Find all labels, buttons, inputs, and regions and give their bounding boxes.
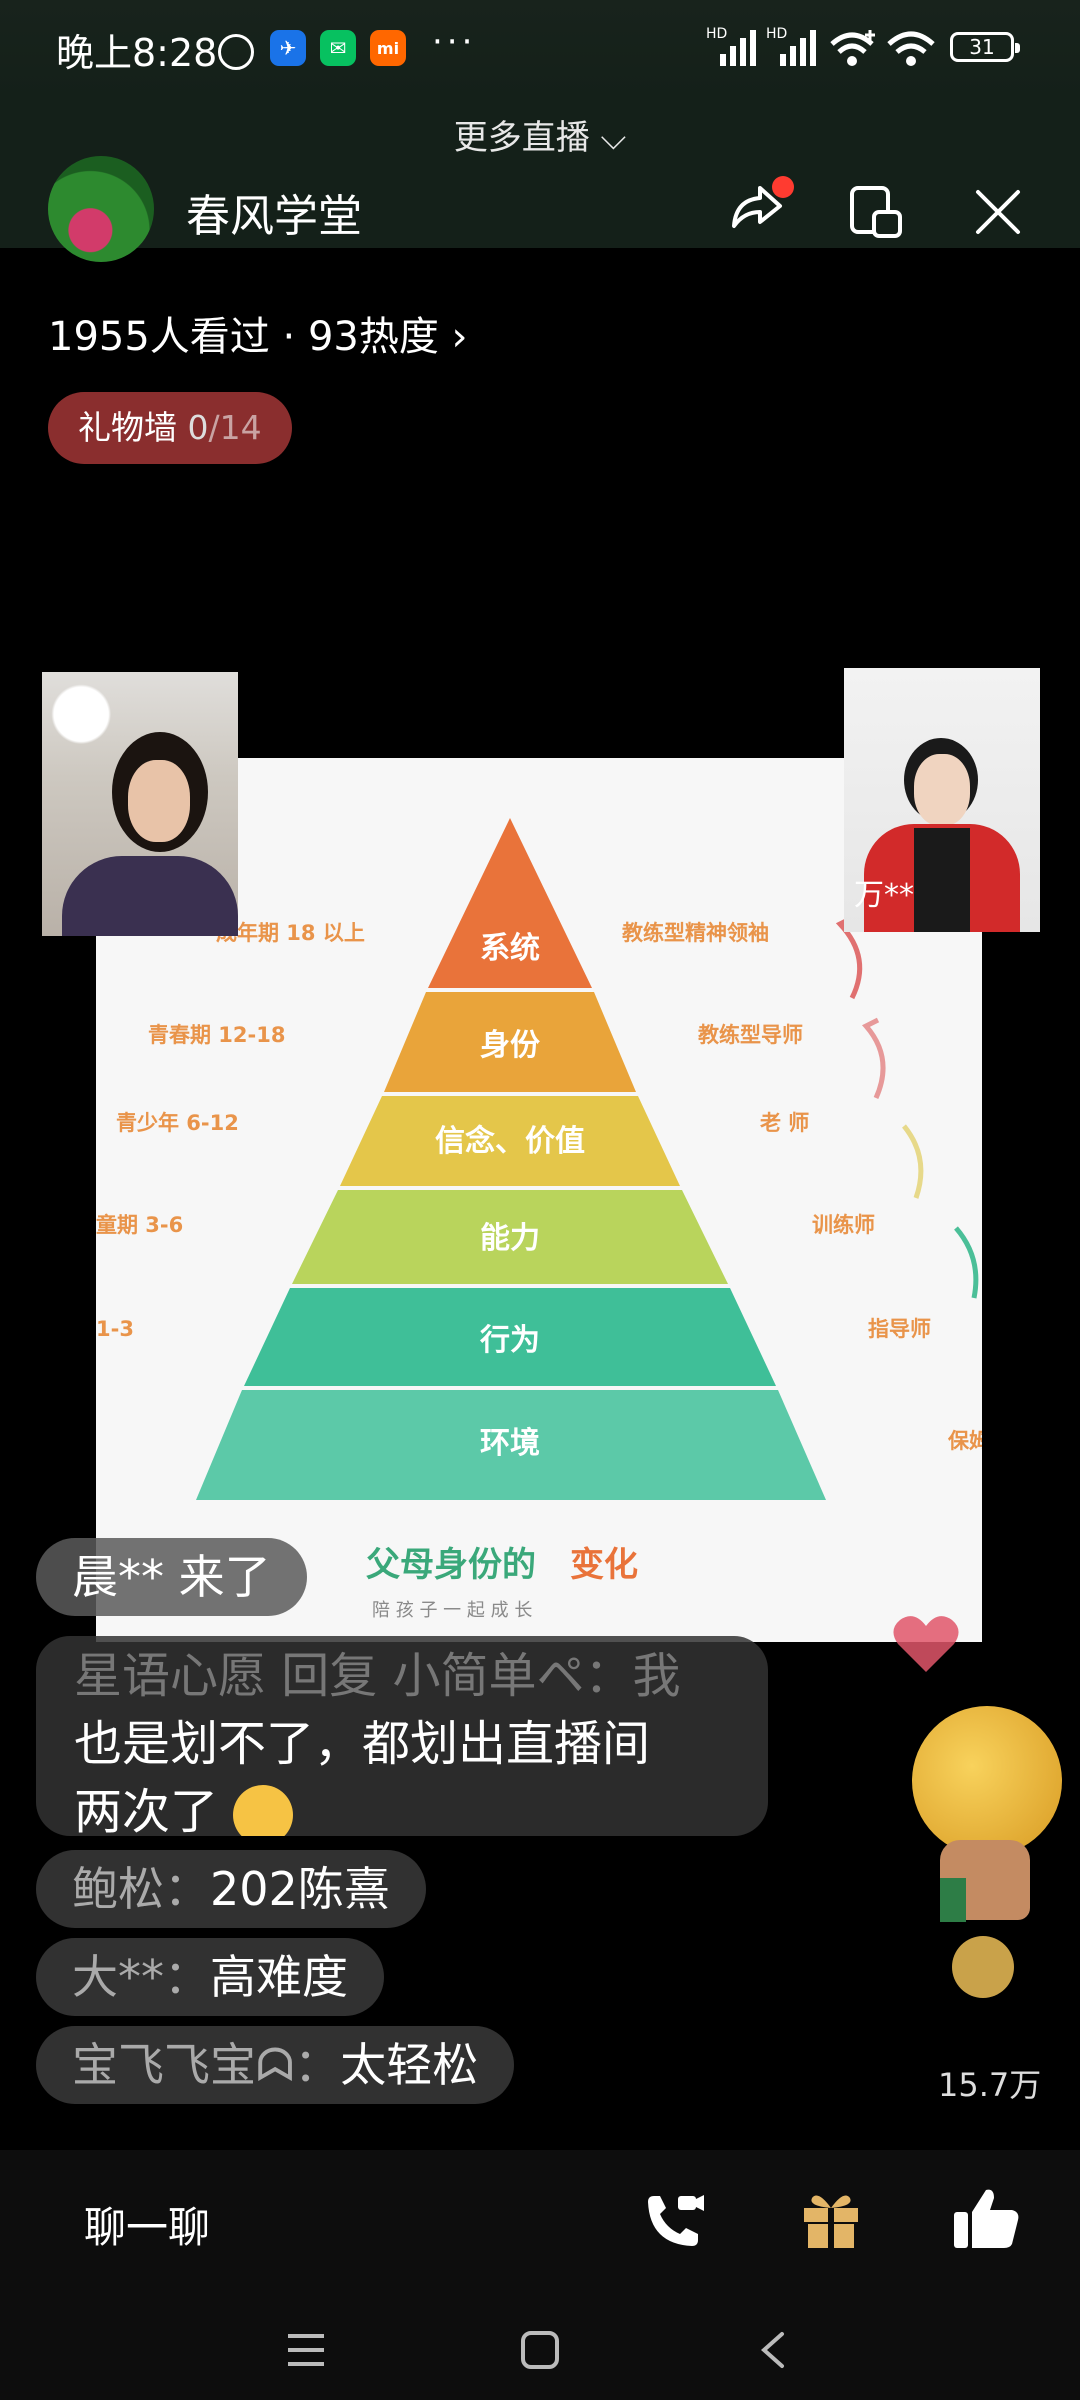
- system-navigation-bar: [0, 2300, 1080, 2400]
- chat-user[interactable]: 鲍松：: [72, 1862, 210, 1916]
- close-icon[interactable]: [970, 184, 1026, 240]
- slide-title-highlight: 变化: [570, 1545, 638, 1585]
- grin-emoji-icon: [233, 1785, 294, 1836]
- chat-message: 星语心愿 回复 小简单ペ：我 也是划不了，都划出直播间 两次了: [36, 1636, 768, 1836]
- bottom-action-bar: 聊一聊: [0, 2150, 1080, 2300]
- chat-message: 宝飞飞宝ᗣ：太轻松: [36, 2026, 515, 2104]
- gift-wall-button[interactable]: 礼物墙 0/14: [48, 392, 292, 464]
- layer-label: 信念、价值: [435, 1124, 585, 1159]
- more-notifications-icon: ···: [432, 22, 477, 62]
- role-label: 教练型导师: [698, 1023, 803, 1047]
- like-count: 15.7万: [938, 2066, 1042, 2104]
- guest-camera-left[interactable]: [42, 672, 238, 936]
- age-label: 成年期 18 以上: [216, 921, 365, 945]
- layer-label: 系统: [480, 931, 540, 966]
- role-label: 训练师: [812, 1213, 875, 1237]
- signal-icon: HD: [706, 26, 758, 68]
- role-label: 指导师: [868, 1317, 931, 1341]
- wechat-icon: ✉: [320, 30, 356, 66]
- role-label: 教练型精神领袖: [622, 921, 769, 945]
- thumbs-up-icon[interactable]: [950, 2186, 1022, 2252]
- chat-text: 高难度: [210, 1950, 348, 2004]
- gift-wall-count: 0: [187, 408, 209, 447]
- alarm-icon: [218, 34, 254, 70]
- chat-text: 202陈熹: [210, 1862, 390, 1916]
- mi-icon: mi: [370, 30, 406, 66]
- wifi-calling-icon: [830, 30, 875, 66]
- back-icon[interactable]: [758, 2330, 788, 2370]
- gift-wall-label: 礼物墙: [78, 408, 188, 447]
- notification-dot: [772, 176, 794, 198]
- channel-avatar[interactable]: [48, 156, 154, 262]
- layer-label: 环境: [480, 1426, 540, 1461]
- menu-icon[interactable]: [286, 2332, 326, 2368]
- wifi-icon: [887, 31, 935, 66]
- age-label: 青少年 6-12: [116, 1111, 239, 1135]
- gift-icon[interactable]: [798, 2186, 864, 2252]
- layer-label: 能力: [480, 1221, 540, 1256]
- picture-in-picture-icon[interactable]: [848, 184, 904, 240]
- guest-camera-right[interactable]: 万**: [844, 668, 1040, 932]
- chat-user[interactable]: 大**：: [72, 1950, 210, 2004]
- age-label: 1-3: [96, 1317, 134, 1341]
- chat-input[interactable]: 聊一聊: [84, 2194, 210, 2255]
- layer-label: 行为: [479, 1323, 540, 1358]
- slide-title: 父母身份的: [366, 1545, 536, 1585]
- chat-text: 两次了: [74, 1784, 219, 1836]
- thinking-emoji-icon: [912, 1706, 1062, 1856]
- role-label: 保姆: [947, 1429, 982, 1453]
- channel-name[interactable]: 春风学堂: [186, 180, 362, 244]
- guest-name: 万**: [854, 878, 914, 913]
- app-notification-icon: ✈: [270, 30, 306, 66]
- video-call-icon[interactable]: [640, 2188, 706, 2254]
- chat-message: 大**：高难度: [36, 1938, 384, 2016]
- role-label: 老 师: [760, 1111, 809, 1135]
- status-time: 晚上8:28: [56, 31, 218, 75]
- viewer-stats[interactable]: 1955人看过 · 93热度 ›: [48, 304, 468, 362]
- status-bar: 晚上8:28 ✈ ✉ mi ··· HD HD 31: [0, 0, 1080, 100]
- age-label: 童期 3-6: [96, 1213, 183, 1237]
- heart-icon: [893, 1616, 959, 1672]
- chat-reply-header: 星语心愿 回复 小简单ペ：我: [74, 1648, 681, 1704]
- smile-emoji-icon: [952, 1936, 1014, 1998]
- live-header: 更多直播 ⌵ 春风学堂: [0, 100, 1080, 262]
- thumbs-up-cuff: [940, 1878, 966, 1922]
- gift-wall-total: /14: [208, 408, 262, 447]
- home-icon[interactable]: [520, 2330, 560, 2370]
- chat-text: 太轻松: [340, 2038, 479, 2092]
- battery-icon: 31: [950, 32, 1020, 62]
- slide-subtitle: 陪 孩 子 一 起 成 长: [372, 1600, 532, 1621]
- chat-message: 鲍松：202陈熹: [36, 1850, 426, 1928]
- layer-label: 身份: [480, 1028, 540, 1063]
- signal-icon-2: HD: [766, 26, 818, 68]
- age-label: 青春期 12-18: [148, 1023, 285, 1047]
- join-notice: 晨** 来了: [36, 1538, 307, 1616]
- chat-text: 也是划不了，都划出直播间: [74, 1716, 651, 1772]
- chat-user[interactable]: 宝飞飞宝ᗣ：: [72, 2038, 340, 2092]
- more-live-button[interactable]: 更多直播 ⌵: [0, 110, 1080, 159]
